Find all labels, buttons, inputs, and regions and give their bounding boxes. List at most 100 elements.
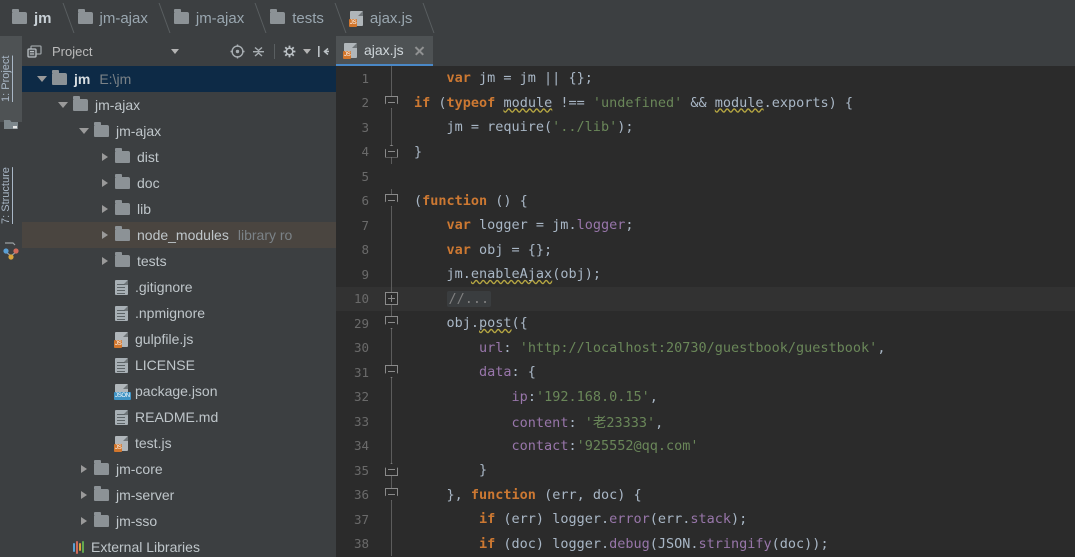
- fold-gutter[interactable]: [376, 335, 408, 360]
- twisty-closed-icon[interactable]: [95, 231, 115, 239]
- tree-row[interactable]: jm-core: [22, 456, 336, 482]
- tree-row[interactable]: tests: [22, 248, 336, 274]
- twisty-open-icon[interactable]: [53, 102, 73, 108]
- fold-gutter[interactable]: [376, 115, 408, 140]
- close-icon[interactable]: [414, 45, 425, 56]
- code-token: :: [503, 339, 520, 356]
- structure-icon: [3, 241, 19, 260]
- project-tree[interactable]: jm E:\jm jm-ajax jm-ajax dist doc lib node_modu…: [22, 66, 336, 557]
- tree-row[interactable]: README.md: [22, 404, 336, 430]
- breadcrumb-item-jm-ajax[interactable]: jm-ajax: [68, 0, 164, 36]
- folder-icon: [270, 9, 286, 24]
- fold-gutter[interactable]: [376, 66, 408, 91]
- code-token: .exports) {: [763, 94, 853, 111]
- code-line: 4}: [336, 139, 1075, 164]
- code-token: (: [414, 192, 423, 209]
- tree-row[interactable]: .npmignore: [22, 300, 336, 326]
- fold-collapse-icon[interactable]: [385, 316, 398, 329]
- fold-collapse-icon[interactable]: [385, 487, 398, 501]
- code-line: 36 }, function (err, doc) {: [336, 482, 1075, 507]
- twisty-closed-icon[interactable]: [95, 257, 115, 265]
- fold-collapse-icon[interactable]: [385, 365, 398, 378]
- fold-gutter[interactable]: [376, 531, 408, 556]
- fold-expand-icon[interactable]: [385, 291, 398, 305]
- code-token: (err) logger.: [495, 511, 610, 528]
- fold-gutter[interactable]: [376, 507, 408, 532]
- line-number: 37: [353, 511, 369, 527]
- fold-gutter[interactable]: [376, 482, 408, 507]
- tool-button-project[interactable]: 1: Project: [0, 36, 22, 122]
- editor-tab-ajax-js[interactable]: JS ajax.js: [336, 36, 433, 66]
- line-number: 6: [361, 193, 369, 209]
- tree-row[interactable]: LICENSE: [22, 352, 336, 378]
- twisty-open-icon[interactable]: [74, 128, 94, 134]
- breadcrumb-item-ajax-js[interactable]: JS ajax.js: [340, 0, 429, 36]
- fold-gutter[interactable]: [376, 311, 408, 336]
- breadcrumb-item-jm[interactable]: jm: [0, 0, 68, 36]
- tree-row[interactable]: jm-ajax: [22, 118, 336, 144]
- line-number: 8: [361, 242, 369, 258]
- line-number: 4: [361, 144, 369, 160]
- tree-row[interactable]: JSON package.json: [22, 378, 336, 404]
- fold-gutter[interactable]: [376, 213, 408, 238]
- code-content[interactable]: 1 var jm = jm || {}; 2 if (typeof module !…: [336, 66, 1075, 557]
- js-file-icon: JS: [114, 331, 128, 348]
- code-token: (err.: [649, 511, 691, 528]
- fold-collapse-icon[interactable]: [385, 95, 398, 109]
- fold-gutter[interactable]: [376, 286, 408, 311]
- settings-gear-icon[interactable]: [282, 43, 299, 60]
- breadcrumb-item-tests[interactable]: tests: [260, 0, 340, 36]
- fold-gutter[interactable]: [376, 262, 408, 287]
- twisty-closed-icon[interactable]: [95, 179, 115, 187]
- select-opened-file-icon[interactable]: [229, 43, 246, 60]
- tree-row-label: External Libraries: [91, 539, 200, 555]
- fold-end-icon[interactable]: [385, 463, 398, 476]
- tree-row-label: jm: [74, 71, 91, 87]
- fold-gutter[interactable]: [376, 188, 408, 213]
- tree-row[interactable]: .gitignore: [22, 274, 336, 300]
- tree-row[interactable]: doc: [22, 170, 336, 196]
- tree-row[interactable]: JS test.js: [22, 430, 336, 456]
- fold-gutter[interactable]: [376, 139, 408, 164]
- fold-end-icon[interactable]: [385, 144, 398, 158]
- code-line: 7 var logger = jm.logger;: [336, 213, 1075, 238]
- fold-gutter[interactable]: [376, 409, 408, 434]
- tree-row[interactable]: External Libraries: [22, 534, 336, 557]
- fold-gutter[interactable]: [376, 433, 408, 458]
- code-token: function: [470, 486, 536, 503]
- code-line: 29 obj.post({: [336, 311, 1075, 336]
- breadcrumb-item-jm-ajax[interactable]: jm-ajax: [164, 0, 260, 36]
- tree-row[interactable]: jm-ajax: [22, 92, 336, 118]
- twisty-closed-icon[interactable]: [74, 517, 94, 525]
- tree-row[interactable]: lib: [22, 196, 336, 222]
- fold-collapse-icon[interactable]: [385, 193, 398, 207]
- tree-row[interactable]: jm-sso: [22, 508, 336, 534]
- twisty-closed-icon[interactable]: [74, 465, 94, 473]
- fold-gutter[interactable]: [376, 384, 408, 409]
- tree-row[interactable]: jm E:\jm: [22, 66, 336, 92]
- code-token: );: [617, 119, 634, 136]
- code-token: ip: [511, 388, 528, 405]
- fold-gutter[interactable]: [376, 237, 408, 262]
- twisty-closed-icon[interactable]: [95, 153, 115, 161]
- folder-icon: [12, 9, 27, 24]
- folder-icon: [115, 148, 130, 163]
- tree-row[interactable]: JS gulpfile.js: [22, 326, 336, 352]
- code-token: &&: [682, 94, 715, 111]
- hide-panel-icon[interactable]: [315, 43, 332, 60]
- tool-button-structure[interactable]: 7: Structure: [0, 146, 22, 246]
- twisty-closed-icon[interactable]: [95, 205, 115, 213]
- fold-gutter[interactable]: [376, 90, 408, 115]
- fold-gutter[interactable]: [376, 458, 408, 483]
- tree-row[interactable]: dist: [22, 144, 336, 170]
- collapse-all-icon[interactable]: [250, 43, 267, 60]
- chevron-down-icon[interactable]: [171, 48, 179, 54]
- gear-chevron-icon[interactable]: [303, 48, 311, 54]
- code-token: module: [714, 94, 764, 111]
- twisty-open-icon[interactable]: [32, 76, 52, 82]
- tree-row[interactable]: jm-server: [22, 482, 336, 508]
- tree-row[interactable]: node_modules library ro: [22, 222, 336, 248]
- fold-gutter[interactable]: [376, 360, 408, 385]
- fold-gutter[interactable]: [376, 164, 408, 189]
- twisty-closed-icon[interactable]: [74, 491, 94, 499]
